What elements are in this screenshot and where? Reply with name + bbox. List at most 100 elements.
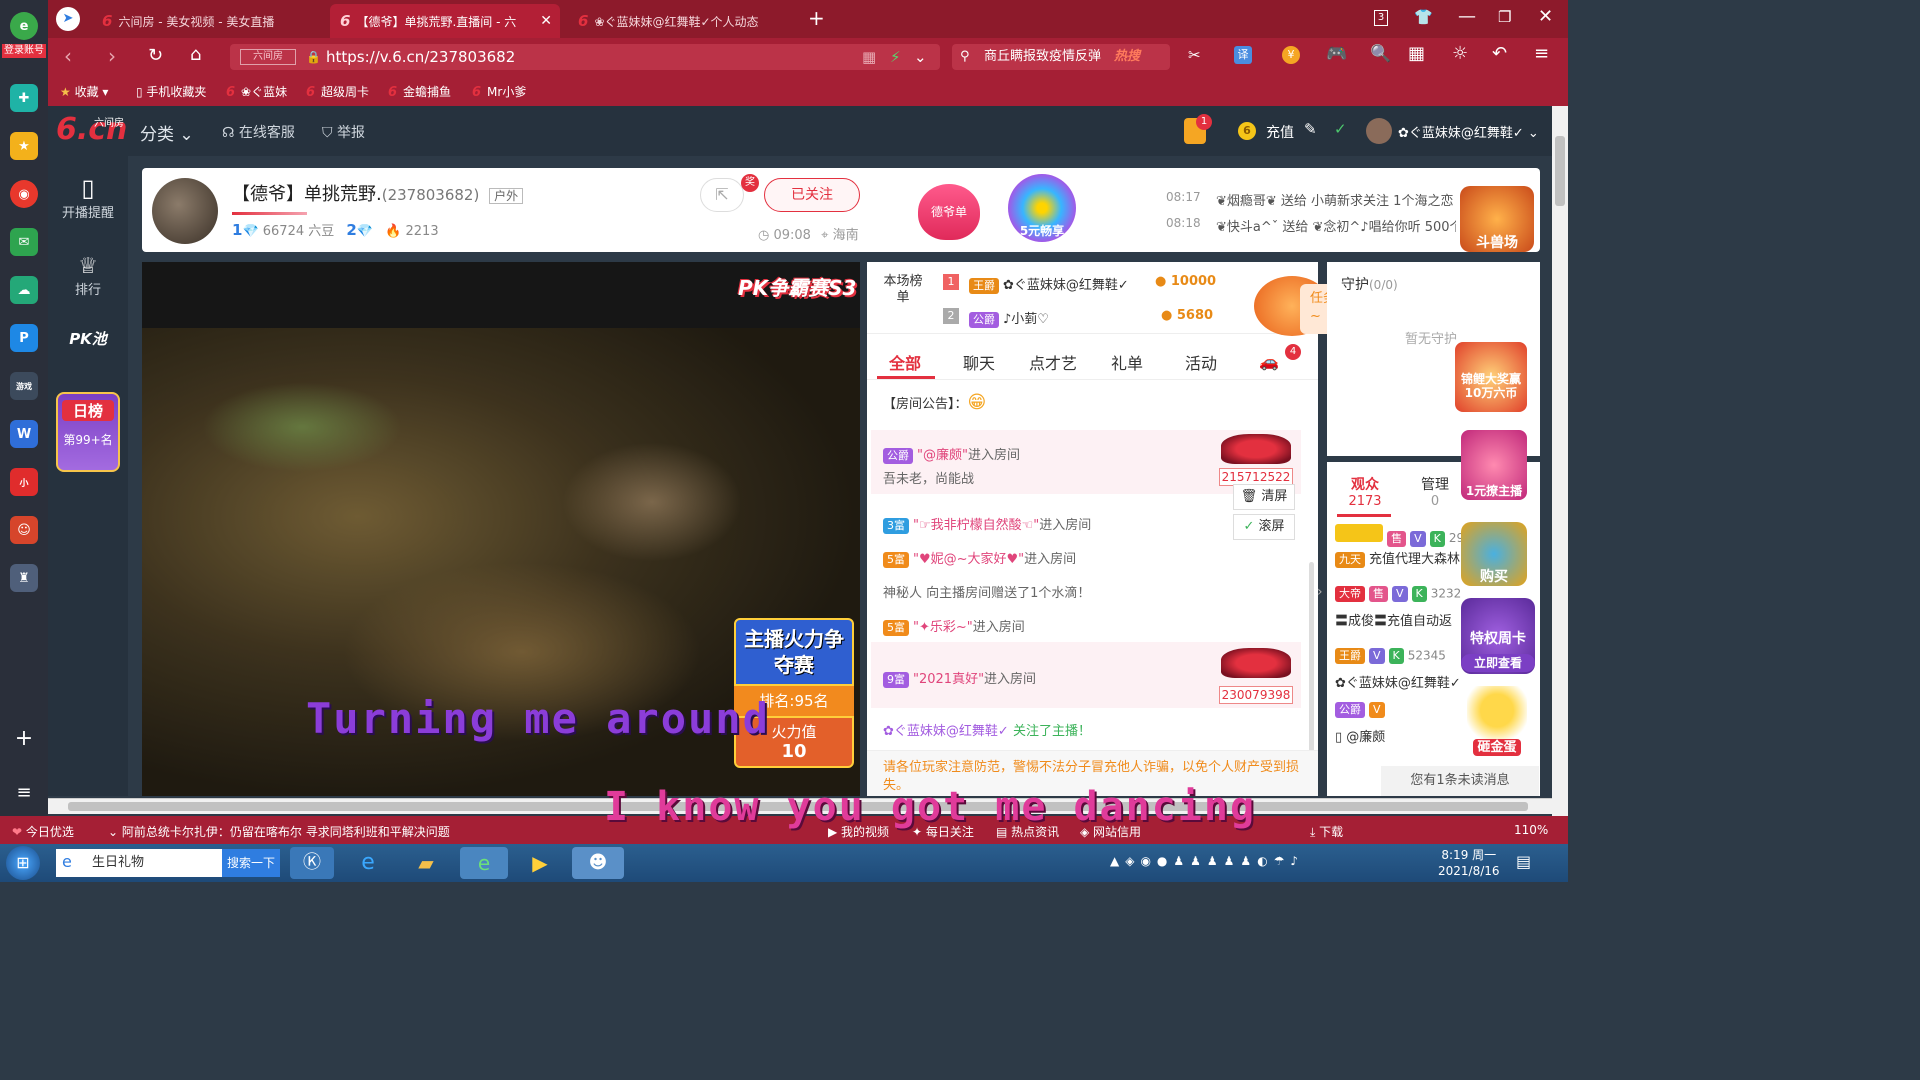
tab-talent[interactable]: 点才艺 (1029, 350, 1077, 374)
share-button[interactable]: ⇱ (700, 178, 744, 212)
player-icon[interactable]: ▶ (516, 847, 564, 879)
ie-taskbar-icon[interactable]: e (346, 847, 390, 879)
username[interactable]: ✿ぐ蓝妹妹@红舞鞋✓ ⌄ (1398, 122, 1539, 141)
bookmark-favorites[interactable]: ★ 收藏 ▾ (60, 83, 108, 100)
auto-scroll-button[interactable]: ✓ 滚屏 (1233, 514, 1295, 540)
reload-icon[interactable]: ↻ (148, 45, 163, 66)
chat-username[interactable]: "@廉颇" (917, 448, 968, 463)
menu-icon[interactable]: ≡ (10, 778, 38, 806)
tab-count-badge[interactable]: 3 (1374, 10, 1388, 26)
download-link[interactable]: ⤓ 下载 (1310, 823, 1343, 840)
rank-row-2[interactable]: 公爵 ♪小菿♡ (969, 308, 1049, 328)
cut-icon[interactable]: ✂ (1188, 46, 1201, 64)
folder-icon[interactable]: ▰ (404, 847, 448, 879)
browser-logo-icon[interactable]: e (10, 12, 38, 40)
daily-rank-card[interactable]: 日榜 第99+名 (56, 392, 120, 472)
mini-app-icon[interactable]: 小 (10, 468, 38, 496)
rank-board-title[interactable]: 本场榜单 (883, 274, 923, 306)
rank-row-1[interactable]: 王爵 ✿ぐ蓝妹妹@红舞鞋✓ (969, 274, 1129, 294)
bookmark-mobile[interactable]: ▯ 手机收藏夹 (136, 83, 206, 100)
minimize-icon[interactable]: — (1458, 6, 1476, 27)
restore-icon[interactable]: ❐ (1498, 8, 1511, 26)
manage-tab[interactable]: 管理 0 (1411, 474, 1459, 509)
unread-message-bar[interactable]: 您有1条未读消息 (1381, 766, 1539, 796)
favorites-icon[interactable]: ★ (10, 132, 38, 160)
magnifier-icon[interactable]: 🔍 (1370, 44, 1391, 64)
pk-event-badge[interactable]: PK争霸赛S3 (738, 272, 856, 301)
report-link[interactable]: ⛉ 举报 (322, 122, 365, 142)
golden-egg-badge[interactable]: 砸金蛋 (1467, 686, 1527, 756)
page-vertical-scrollbar[interactable] (1552, 106, 1568, 816)
mail-icon[interactable]: ✉ (10, 228, 38, 256)
lightning-icon[interactable]: ⚡ (890, 44, 901, 70)
tab-all[interactable]: 全部 (889, 350, 921, 374)
video-player[interactable]: PK争霸赛S3 主播火力争夺赛 排名:95名 火力值 10 Turning me… (142, 262, 860, 796)
tab-liujianfang[interactable]: 6 六间房 - 美女视频 - 美女直播 (92, 4, 326, 38)
chat-username[interactable]: "2021真好" (913, 672, 984, 687)
chat-username[interactable]: ✿ぐ蓝妹妹@红舞鞋✓ (883, 724, 1009, 739)
clear-screen-button[interactable]: 🗑 清屏 (1233, 484, 1295, 510)
collapse-arrow-icon[interactable]: › (1317, 584, 1323, 600)
edit-icon[interactable]: ✎ (1304, 120, 1317, 138)
nav-broadcast-reminder[interactable]: ▯ 开播提醒 (48, 174, 128, 221)
tab-profile[interactable]: 6 ❀ぐ蓝妹妹@红舞鞋✓个人动态 (568, 4, 798, 38)
tab-live-room[interactable]: 6 【德爷】单挑荒野.直播间 - 六 ✕ (330, 4, 560, 38)
tools-icon[interactable]: ✚ (10, 84, 38, 112)
car-icon[interactable]: 🚗 (1259, 352, 1279, 371)
tab-activity[interactable]: 活动 (1185, 350, 1217, 374)
privilege-card[interactable]: 特权周卡 立即查看 (1461, 598, 1535, 674)
taskbar-search-button[interactable]: 搜索一下 (222, 849, 280, 877)
online-service-link[interactable]: ☊ 在线客服 (222, 122, 295, 142)
buy-badge[interactable]: 购买 (1461, 522, 1527, 586)
address-bar[interactable]: 六间房 🔒 https://v.6.cn/237803682 ▦ ⚡ ⌄ (230, 44, 940, 70)
today-picks[interactable]: ❤ 今日优选 (12, 823, 74, 840)
chat-scrollbar[interactable] (1309, 562, 1314, 752)
chat-username[interactable]: "☞我非柠檬自然酸☜" (913, 518, 1039, 533)
kugou-icon[interactable]: Ⓚ (290, 847, 334, 879)
news-ticker[interactable]: ⌄ 阿前总统卡尔扎伊：仍留在喀布尔 寻求同塔利班和平解决问题 (108, 823, 450, 840)
tab-close-icon[interactable]: ✕ (540, 13, 552, 29)
nav-ranking[interactable]: ♕ 排行 (48, 254, 128, 298)
bookmark-2[interactable]: 6 超级周卡 (306, 83, 369, 100)
tab-chat[interactable]: 聊天 (963, 350, 995, 374)
coin-icon[interactable]: ¥ (1282, 46, 1300, 64)
scrollbar-thumb[interactable] (1555, 136, 1565, 206)
new-tab-icon[interactable]: + (808, 6, 825, 30)
search-text[interactable]: 商丘瞒报致疫情反弹 (984, 44, 1101, 70)
recharge-link[interactable]: 充值 (1266, 122, 1294, 142)
notification-center-icon[interactable]: ▤ (1516, 852, 1531, 871)
forward-icon[interactable]: › (108, 44, 116, 68)
p-app-icon[interactable]: P (10, 324, 38, 352)
zoom-level[interactable]: 110% (1514, 823, 1548, 837)
bookmark-4[interactable]: 6 Mr小爹 (472, 83, 526, 100)
koi-prize-badge[interactable]: 锦鲤大奖赢10万六币 (1455, 342, 1527, 412)
close-window-icon[interactable]: ✕ (1538, 6, 1553, 27)
game-icon[interactable]: ☺ (10, 516, 38, 544)
undo-icon[interactable]: ↶ (1492, 43, 1507, 64)
cloud-icon[interactable]: ☁ (10, 276, 38, 304)
clock[interactable]: 8:19 周一 2021/8/16 (1438, 847, 1500, 879)
translate-icon[interactable]: 译 (1234, 46, 1252, 64)
chat-username[interactable]: "♥妮@~大家好♥" (913, 552, 1024, 567)
five-yuan-badge[interactable]: 5元畅享 (1008, 174, 1076, 242)
gamepad-icon[interactable]: 🎮 (1326, 44, 1347, 64)
bookmark-1[interactable]: 6 ❀ぐ蓝妹 (226, 83, 287, 100)
taskbar-search-input[interactable]: 生日礼物 (56, 849, 222, 877)
guard-title[interactable]: 守护(0/0) (1341, 274, 1398, 294)
qr-icon[interactable]: ▦ (862, 44, 876, 70)
view-now-button[interactable]: 立即查看 (1461, 654, 1535, 672)
fan-club-badge[interactable]: 德爷单 (918, 184, 980, 240)
nav-pk-pool[interactable]: PK池 (48, 328, 128, 349)
one-yuan-badge[interactable]: 1元撩主播 (1461, 430, 1527, 500)
app-icon[interactable]: 游戏 (10, 372, 38, 400)
back-icon[interactable]: ‹ (64, 44, 72, 68)
bookmark-3[interactable]: 6 金蟾捕鱼 (388, 83, 451, 100)
home-icon[interactable]: ⌂ (190, 44, 201, 65)
shirt-icon[interactable]: 👕 (1414, 8, 1433, 26)
chat-username[interactable]: "✦乐彩~" (913, 620, 973, 635)
audience-tab[interactable]: 观众 2173 (1341, 474, 1389, 509)
category-tag[interactable]: 户外 (489, 188, 524, 204)
browser-menu-icon[interactable]: ≡ (1534, 43, 1549, 64)
check-icon[interactable]: ✓ (1334, 120, 1347, 138)
login-button[interactable]: 登录账号 (2, 44, 46, 58)
